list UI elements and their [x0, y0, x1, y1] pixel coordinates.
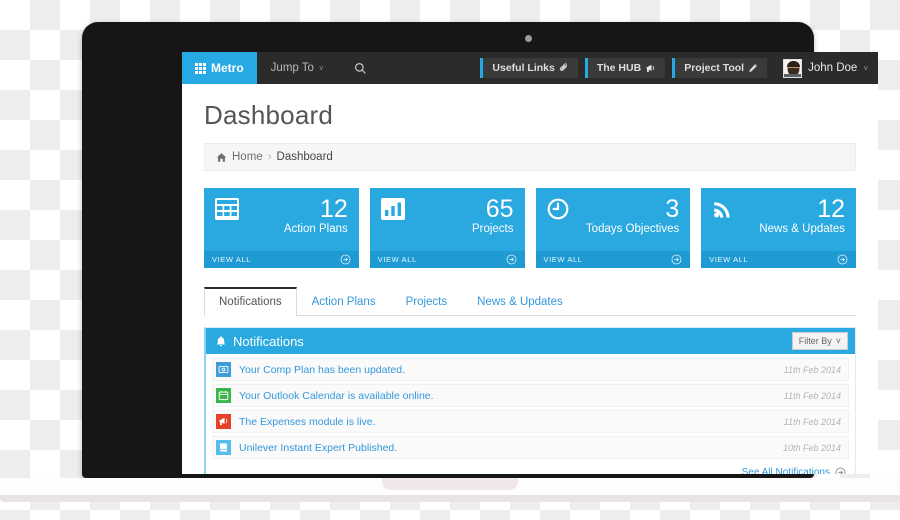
chevron-down-icon: ˅ — [863, 63, 868, 73]
stat-card-footer-label: VIEW ALL — [377, 255, 417, 264]
megaphone-icon — [646, 64, 655, 72]
see-all-notifications-link[interactable]: See All Notifications — [206, 462, 855, 474]
tab-bar: Notifications Action Plans Projects News… — [204, 286, 856, 316]
grid-icon — [195, 62, 206, 74]
paperclip-icon — [559, 63, 567, 71]
tab-action-plans[interactable]: Action Plans — [297, 287, 391, 316]
bell-icon — [216, 335, 226, 346]
panel-title-group: Notifications — [215, 334, 304, 349]
nav-button-the-hub[interactable]: The HUB — [584, 58, 666, 78]
notification-text: Your Comp Plan has been updated. — [239, 363, 405, 376]
page-content: Dashboard Home › Dashboard 12 Action Pla… — [182, 84, 878, 474]
stat-card-view-all[interactable]: VIEW ALL — [701, 251, 856, 268]
book-icon — [216, 440, 231, 455]
arrow-right-circle-icon — [506, 254, 516, 265]
laptop-lid: Metro Jump To ˅ Useful Links The HUB Pro… — [82, 22, 878, 478]
stat-card-view-all[interactable]: VIEW ALL — [204, 251, 359, 268]
nav-button-label: Project Tool — [684, 62, 745, 74]
stat-card-footer-label: VIEW ALL — [709, 255, 749, 264]
stat-card-news-updates[interactable]: 12 News & Updates VIEW ALL — [701, 188, 856, 268]
filter-by-label: Filter By — [798, 336, 832, 346]
user-name: John Doe — [808, 62, 858, 74]
notification-text: Unilever Instant Expert Published. — [239, 441, 398, 454]
notifications-panel: Notifications Filter By ˅ Your Comp Plan… — [204, 327, 856, 474]
laptop-mockup: Metro Jump To ˅ Useful Links The HUB Pro… — [0, 0, 900, 520]
table-grid-icon — [215, 198, 239, 220]
navbar: Metro Jump To ˅ Useful Links The HUB Pro… — [182, 52, 878, 84]
megaphone-icon — [216, 414, 231, 429]
screen: Metro Jump To ˅ Useful Links The HUB Pro… — [182, 52, 878, 474]
webcam-icon — [525, 35, 532, 42]
list-item[interactable]: Your Comp Plan has been updated. 11th Fe… — [212, 358, 849, 381]
nav-button-project-tool[interactable]: Project Tool — [672, 58, 768, 78]
rss-icon — [712, 198, 734, 220]
stat-card-action-plans[interactable]: 12 Action Plans VIEW ALL — [204, 188, 359, 268]
breadcrumb-separator: › — [267, 151, 272, 163]
stat-card-label: Action Plans — [283, 223, 348, 235]
list-item[interactable]: Your Outlook Calendar is available onlin… — [212, 384, 849, 407]
stat-card-body: 12 Action Plans — [204, 188, 359, 251]
bar-chart-icon — [380, 198, 405, 220]
see-all-label: See All Notifications — [741, 467, 830, 474]
page-title: Dashboard — [204, 100, 333, 130]
breadcrumb: Home › Dashboard — [204, 143, 856, 171]
stat-card-todays-objectives[interactable]: 3 Todays Objectives VIEW ALL — [535, 188, 691, 268]
notification-date: 11th Feb 2014 — [783, 416, 841, 427]
nav-button-label: Useful Links — [492, 62, 555, 74]
stat-card-label: Projects — [471, 223, 514, 235]
notification-list: Your Comp Plan has been updated. 11th Fe… — [206, 354, 855, 459]
panel-title: Notifications — [233, 333, 304, 349]
stat-card-projects[interactable]: 65 Projects VIEW ALL — [369, 188, 525, 268]
arrow-right-circle-icon — [671, 254, 682, 265]
laptop-base-lip — [0, 495, 900, 502]
clock-icon — [547, 198, 569, 220]
tab-notifications[interactable]: Notifications — [204, 287, 297, 316]
search-button[interactable] — [338, 52, 383, 84]
notification-date: 11th Feb 2014 — [783, 390, 841, 401]
notification-text: The Expenses module is live. — [239, 415, 376, 428]
breadcrumb-home[interactable]: Home — [232, 151, 263, 163]
stat-card-view-all[interactable]: VIEW ALL — [535, 251, 691, 268]
arrow-right-circle-icon — [837, 254, 848, 265]
brand-label: Metro — [211, 61, 244, 75]
nav-button-label: The HUB — [596, 62, 642, 74]
brand-metro[interactable]: Metro — [182, 52, 257, 84]
calendar-icon — [216, 388, 231, 403]
stat-card-footer-label: VIEW ALL — [212, 255, 251, 264]
breadcrumb-current: Dashboard — [276, 151, 333, 163]
stat-card-body: 12 News & Updates — [701, 188, 856, 251]
filter-by-button[interactable]: Filter By ˅ — [791, 332, 848, 350]
arrow-right-circle-icon — [340, 254, 351, 265]
chevron-down-icon: ˅ — [835, 336, 841, 346]
tab-projects[interactable]: Projects — [391, 287, 463, 316]
stat-card-view-all[interactable]: VIEW ALL — [369, 251, 525, 268]
list-item[interactable]: Unilever Instant Expert Published. 10th … — [212, 436, 849, 459]
notification-date: 11th Feb 2014 — [783, 364, 841, 375]
navbar-spacer — [383, 52, 474, 84]
stat-card-footer-label: VIEW ALL — [543, 255, 583, 264]
user-menu[interactable]: John Doe ˅ — [767, 52, 878, 84]
avatar — [783, 58, 803, 78]
laptop-base-notch — [382, 478, 518, 490]
stat-card-label: News & Updates — [759, 223, 845, 235]
money-bill-icon — [216, 362, 231, 377]
stat-cards: 12 Action Plans VIEW ALL 65 Projects VIE… — [204, 188, 856, 268]
notification-text: Your Outlook Calendar is available onlin… — [239, 389, 434, 402]
stat-card-label: Todays Objectives — [585, 223, 680, 235]
stat-card-body: 3 Todays Objectives — [536, 188, 691, 251]
list-item[interactable]: The Expenses module is live. 11th Feb 20… — [212, 410, 849, 433]
home-icon — [216, 152, 227, 162]
chevron-down-icon: ˅ — [318, 63, 324, 73]
search-icon — [354, 62, 366, 74]
arrow-right-circle-icon — [835, 467, 846, 474]
jump-to-menu[interactable]: Jump To ˅ — [257, 52, 338, 84]
pencil-icon — [749, 64, 758, 72]
stat-card-body: 65 Projects — [370, 188, 525, 251]
tab-news-updates[interactable]: News & Updates — [462, 287, 578, 316]
jump-to-label: Jump To — [270, 62, 314, 74]
panel-header: Notifications Filter By ˅ — [206, 328, 855, 354]
nav-button-useful-links[interactable]: Useful Links — [480, 58, 578, 78]
notification-date: 10th Feb 2014 — [782, 442, 841, 453]
